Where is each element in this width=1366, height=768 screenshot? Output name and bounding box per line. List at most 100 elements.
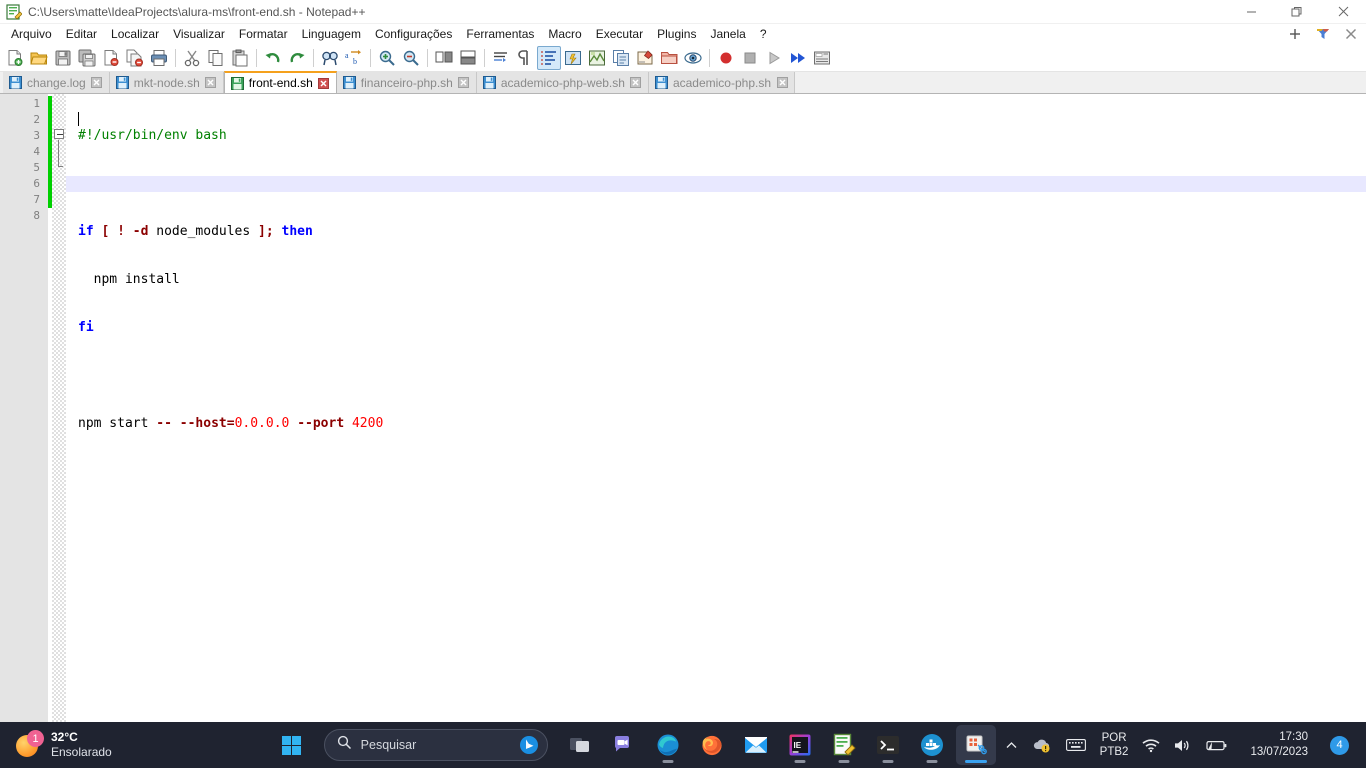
code-token: ] [258, 224, 266, 239]
close-all-icon[interactable] [123, 46, 147, 70]
tab-change-log[interactable]: change.log [3, 72, 110, 93]
chat-teams-icon[interactable] [604, 725, 644, 765]
play-macro-icon[interactable] [762, 46, 786, 70]
monitoring-icon[interactable] [681, 46, 705, 70]
tab-front-end-sh[interactable]: front-end.sh [224, 71, 337, 93]
user-defined-dialog-icon[interactable] [561, 46, 585, 70]
sync-vertical-icon[interactable] [432, 46, 456, 70]
code-token: if [78, 224, 94, 239]
menu-janela[interactable]: Janela [703, 25, 752, 44]
minimize-button[interactable] [1228, 0, 1274, 24]
weather-widget[interactable]: 1 32°C Ensolarado [0, 730, 270, 760]
close-button[interactable] [1320, 0, 1366, 24]
battery-icon[interactable] [1199, 725, 1235, 765]
stop-macro-icon[interactable] [738, 46, 762, 70]
record-macro-icon[interactable] [714, 46, 738, 70]
firefox-icon[interactable] [692, 725, 732, 765]
save-icon[interactable] [51, 46, 75, 70]
intellij-idea-icon[interactable]: IE [780, 725, 820, 765]
menu-macro[interactable]: Macro [541, 25, 588, 44]
task-view-icon[interactable] [560, 725, 600, 765]
close-filter-icon[interactable] [1342, 25, 1360, 43]
cut-icon[interactable] [180, 46, 204, 70]
menu-bar: Arquivo Editar Localizar Visualizar Form… [0, 24, 1366, 44]
copy-icon[interactable] [204, 46, 228, 70]
tab-close-icon[interactable] [630, 77, 642, 89]
document-map-icon[interactable] [585, 46, 609, 70]
open-file-icon[interactable] [27, 46, 51, 70]
play-multiple-macro-icon[interactable] [786, 46, 810, 70]
tab-academico-php-web-sh[interactable]: academico-php-web.sh [477, 72, 649, 93]
microsoft-edge-icon[interactable] [648, 725, 688, 765]
input-language-indicator[interactable]: POR PTB2 [1093, 725, 1136, 765]
tab-academico-php-sh[interactable]: academico-php.sh [649, 72, 795, 93]
fold-margin[interactable] [52, 94, 66, 746]
code-line-8 [66, 464, 1366, 480]
folder-as-workspace-icon[interactable] [633, 46, 657, 70]
filter-icon[interactable] [1314, 25, 1332, 43]
snipping-tool-icon[interactable] [956, 725, 996, 765]
menu-editar[interactable]: Editar [59, 25, 104, 44]
close-file-icon[interactable] [99, 46, 123, 70]
menu-configuracoes[interactable]: Configurações [368, 25, 459, 44]
taskbar-search-box[interactable]: Pesquisar [324, 729, 548, 761]
menu-linguagem[interactable]: Linguagem [295, 25, 368, 44]
zoom-out-icon[interactable] [399, 46, 423, 70]
chevron-up-icon[interactable] [998, 725, 1025, 765]
paste-icon[interactable] [228, 46, 252, 70]
menu-visualizar[interactable]: Visualizar [166, 25, 232, 44]
line-number: 2 [0, 112, 48, 128]
print-icon[interactable] [147, 46, 171, 70]
mail-icon[interactable] [736, 725, 776, 765]
notification-center-button[interactable]: 4 [1323, 725, 1356, 765]
bing-icon[interactable] [519, 735, 539, 755]
weather-badge: 1 [27, 730, 44, 747]
keyboard-icon[interactable] [1059, 725, 1093, 765]
menu-help[interactable]: ? [753, 25, 774, 44]
sync-horizontal-icon[interactable] [456, 46, 480, 70]
open-folder-icon[interactable] [657, 46, 681, 70]
menu-arquivo[interactable]: Arquivo [4, 25, 59, 44]
zoom-in-icon[interactable] [375, 46, 399, 70]
clock-date[interactable]: 17:30 13/07/2023 [1235, 725, 1323, 765]
search-input[interactable]: Pesquisar [361, 738, 510, 752]
undo-icon[interactable] [261, 46, 285, 70]
language-text: POR PTB2 [1100, 731, 1129, 759]
tab-close-icon[interactable] [205, 77, 217, 89]
plus-icon[interactable] [1286, 25, 1304, 43]
menu-plugins[interactable]: Plugins [650, 25, 703, 44]
show-all-chars-icon[interactable] [513, 46, 537, 70]
indent-guide-icon[interactable] [537, 46, 561, 70]
editor-area[interactable]: 1 2 3 4 5 6 7 8 #!/usr/bin/env bash [0, 94, 1366, 746]
word-wrap-icon[interactable] [489, 46, 513, 70]
windows-start-icon[interactable] [270, 725, 314, 765]
docker-icon[interactable] [912, 725, 952, 765]
terminal-icon[interactable] [868, 725, 908, 765]
tab-close-icon[interactable] [318, 77, 330, 89]
fold-collapse-box[interactable] [54, 129, 64, 139]
menu-formatar[interactable]: Formatar [232, 25, 295, 44]
menu-localizar[interactable]: Localizar [104, 25, 166, 44]
function-list-icon[interactable] [609, 46, 633, 70]
tab-close-icon[interactable] [91, 77, 103, 89]
wifi-icon[interactable] [1135, 725, 1167, 765]
weather-text: 32°C Ensolarado [51, 730, 112, 760]
code-token: --host= [180, 416, 235, 431]
menu-ferramentas[interactable]: Ferramentas [459, 25, 541, 44]
tab-close-icon[interactable] [776, 77, 788, 89]
volume-icon[interactable] [1167, 725, 1199, 765]
save-all-icon[interactable] [75, 46, 99, 70]
onedrive-warning-icon[interactable] [1025, 725, 1059, 765]
new-file-icon[interactable] [3, 46, 27, 70]
redo-icon[interactable] [285, 46, 309, 70]
notepad-plus-plus-icon[interactable] [824, 725, 864, 765]
code-text-area[interactable]: #!/usr/bin/env bash if [ ! -d node_modul… [66, 94, 1366, 746]
tab-mkt-node-sh[interactable]: mkt-node.sh [110, 72, 224, 93]
tab-close-icon[interactable] [458, 77, 470, 89]
find-icon[interactable] [318, 46, 342, 70]
replace-icon[interactable]: a b [342, 46, 366, 70]
restore-button[interactable] [1274, 0, 1320, 24]
tab-financeiro-php-sh[interactable]: financeiro-php.sh [337, 72, 477, 93]
save-macro-icon[interactable] [810, 46, 834, 70]
menu-executar[interactable]: Executar [589, 25, 650, 44]
